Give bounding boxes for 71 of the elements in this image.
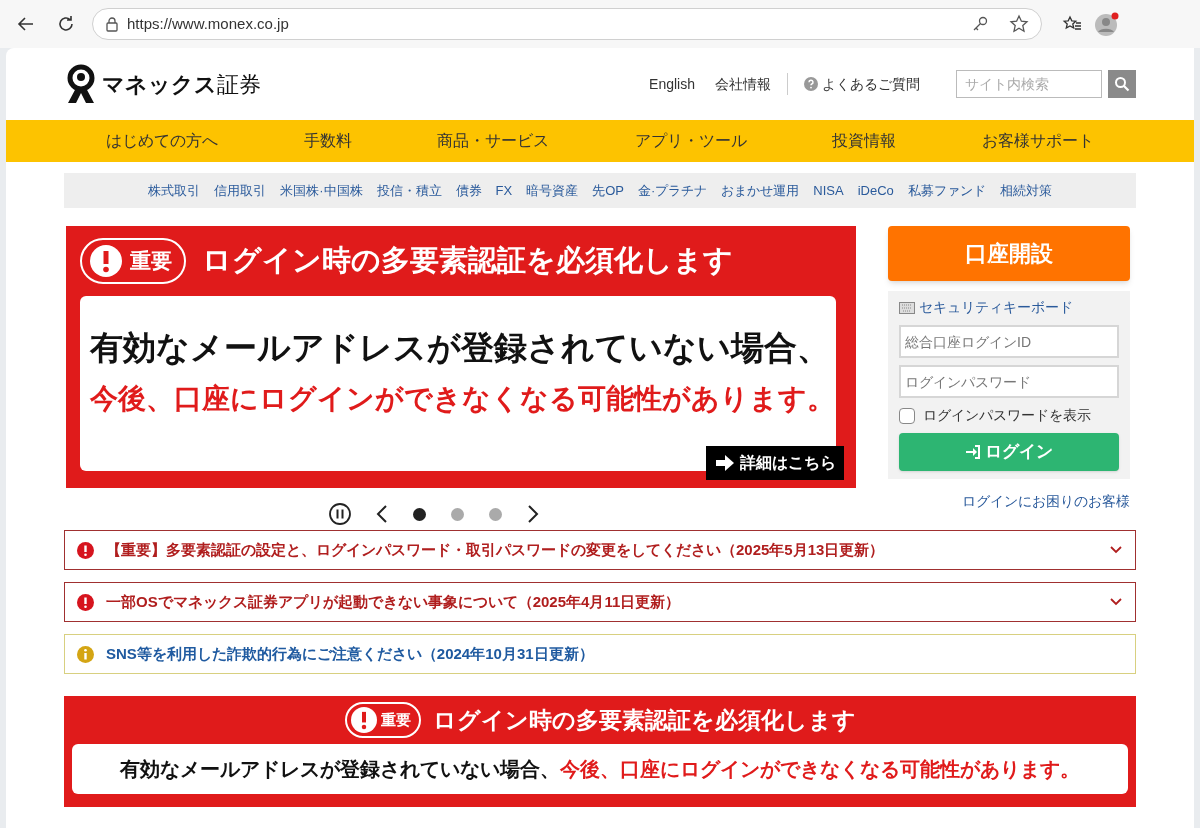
category-link[interactable]: 金·プラチナ bbox=[637, 180, 708, 201]
nav-item[interactable]: お客様サポート bbox=[981, 129, 1094, 153]
category-link[interactable]: 私募ファンド bbox=[907, 180, 986, 201]
nav-item[interactable]: 手数料 bbox=[303, 129, 352, 153]
keyboard-icon bbox=[899, 301, 915, 314]
url-text: https://www.monex.co.jp bbox=[127, 13, 290, 34]
header-link[interactable]: 会社情報 bbox=[715, 73, 771, 95]
notice-text: 一部OSでマネックス証券アプリが起動できない事象について（2025年4月11日更新） bbox=[106, 591, 682, 612]
info-icon bbox=[77, 645, 94, 663]
next-icon[interactable] bbox=[525, 504, 540, 524]
alert-icon bbox=[77, 593, 94, 611]
category-link[interactable]: 投信・積立 bbox=[376, 180, 442, 201]
notice-text: SNS等を利用した詐欺的行為にご注意ください（2024年10月31日更新） bbox=[106, 643, 595, 664]
details-button[interactable]: 詳細はこちら bbox=[706, 446, 844, 480]
category-link[interactable]: 米国株·中国株 bbox=[280, 180, 363, 201]
reload-icon[interactable] bbox=[56, 14, 76, 34]
login-help-link[interactable]: ログインにお困りのお客様 bbox=[962, 491, 1130, 512]
nav-item[interactable]: アプリ・ツール bbox=[634, 129, 747, 153]
category-link[interactable]: FX bbox=[495, 180, 513, 201]
search-button[interactable] bbox=[1108, 70, 1136, 98]
faq-link[interactable]: よくあるご質問 bbox=[822, 73, 920, 95]
help-icon bbox=[804, 77, 818, 91]
chevron-down-icon[interactable] bbox=[1109, 597, 1123, 607]
bottom-banner[interactable]: 重要 ログイン時の多要素認証を必須化します 有効なメールアドレスが登録されていない場合、今後、口座にログインができなくなる可能性があります。 bbox=[64, 696, 1136, 807]
password-field[interactable]: ログインパスワード bbox=[899, 365, 1119, 398]
header-link[interactable]: English bbox=[649, 73, 695, 95]
category-link[interactable]: 株式取引 bbox=[148, 180, 201, 201]
nav-item[interactable]: はじめての方へ bbox=[106, 129, 218, 153]
search-field[interactable]: サイト内検索 bbox=[956, 70, 1102, 98]
login-id-field[interactable]: 総合口座ログインID bbox=[899, 325, 1119, 358]
category-link[interactable]: 暗号資産 bbox=[526, 180, 579, 201]
category-link[interactable]: 信用取引 bbox=[214, 180, 267, 201]
category-link[interactable]: 先OP bbox=[592, 180, 624, 201]
category-link[interactable]: iDeCo bbox=[857, 180, 894, 201]
notice-text: 【重要】多要素認証の設定と、ログインパスワード・取引パスワードの変更をしてください（2025年5月13日更新） bbox=[106, 539, 886, 560]
search-icon bbox=[1114, 76, 1130, 92]
show-password-checkbox[interactable] bbox=[899, 407, 915, 424]
banner-warning: 今後、口座にログインができなくなる可能性があります。 bbox=[560, 757, 1080, 782]
category-link[interactable]: おまかせ運用 bbox=[721, 180, 800, 201]
banner-title: ログイン時の多要素認証を必須化します bbox=[432, 705, 856, 735]
important-badge: 重要 bbox=[344, 702, 421, 738]
notice-bar[interactable]: 【重要】多要素認証の設定と、ログインパスワード・取引パスワードの変更をしてください（2025年5月13日更新） bbox=[64, 530, 1136, 570]
chevron-down-icon[interactable] bbox=[1109, 545, 1123, 555]
logo-text[interactable]: マネックス証券 bbox=[102, 67, 261, 101]
banner-title: ログイン時の多要素認証を必須化します bbox=[202, 243, 733, 279]
nav-item[interactable]: 商品・サービス bbox=[437, 129, 550, 153]
notice-bar[interactable]: 一部OSでマネックス証券アプリが起動できない事象について（2025年4月11日更新） bbox=[64, 582, 1136, 622]
previous-icon[interactable] bbox=[374, 504, 389, 524]
lock-icon bbox=[105, 16, 119, 32]
login-icon bbox=[965, 444, 981, 460]
category-link[interactable]: NISA bbox=[813, 180, 844, 201]
profile-avatar-icon[interactable] bbox=[1094, 11, 1120, 37]
category-link[interactable]: 債券 bbox=[455, 180, 482, 201]
banner[interactable]: 重要 ログイン時の多要素認証を必須化します 有効なメールアドレスが登録されていない場合、 今後、口座にログインができなくなる可能性があります。 詳細はこちら bbox=[66, 226, 856, 488]
address-bar[interactable]: https://www.monex.co.jp bbox=[92, 8, 1042, 40]
show-password-label[interactable]: ログインパスワードを表示 bbox=[923, 405, 1091, 426]
nav-item[interactable]: 投資情報 bbox=[832, 129, 897, 153]
alert-icon bbox=[77, 541, 94, 559]
pause-icon[interactable] bbox=[328, 503, 351, 525]
arrow-icon bbox=[714, 453, 736, 473]
exclamation-icon bbox=[350, 707, 377, 733]
important-badge: 重要 bbox=[80, 238, 186, 284]
star-icon[interactable] bbox=[1009, 14, 1029, 34]
banner-warning: 今後、口座にログインができなくなる可能性があります。 bbox=[90, 381, 836, 416]
security-keyboard-link[interactable]: セキュリティキーボード bbox=[919, 297, 1073, 318]
banner-message: 有効なメールアドレスが登録されていない場合、 bbox=[120, 757, 560, 782]
notice-bar[interactable]: SNS等を利用した詐欺的行為にご注意ください（2024年10月31日更新） bbox=[64, 634, 1136, 674]
category-link[interactable]: 相続対策 bbox=[999, 180, 1052, 201]
exclamation-icon bbox=[90, 245, 122, 277]
banner-message: 有効なメールアドレスが登録されていない場合、 bbox=[90, 328, 831, 369]
key-icon[interactable] bbox=[971, 15, 989, 33]
